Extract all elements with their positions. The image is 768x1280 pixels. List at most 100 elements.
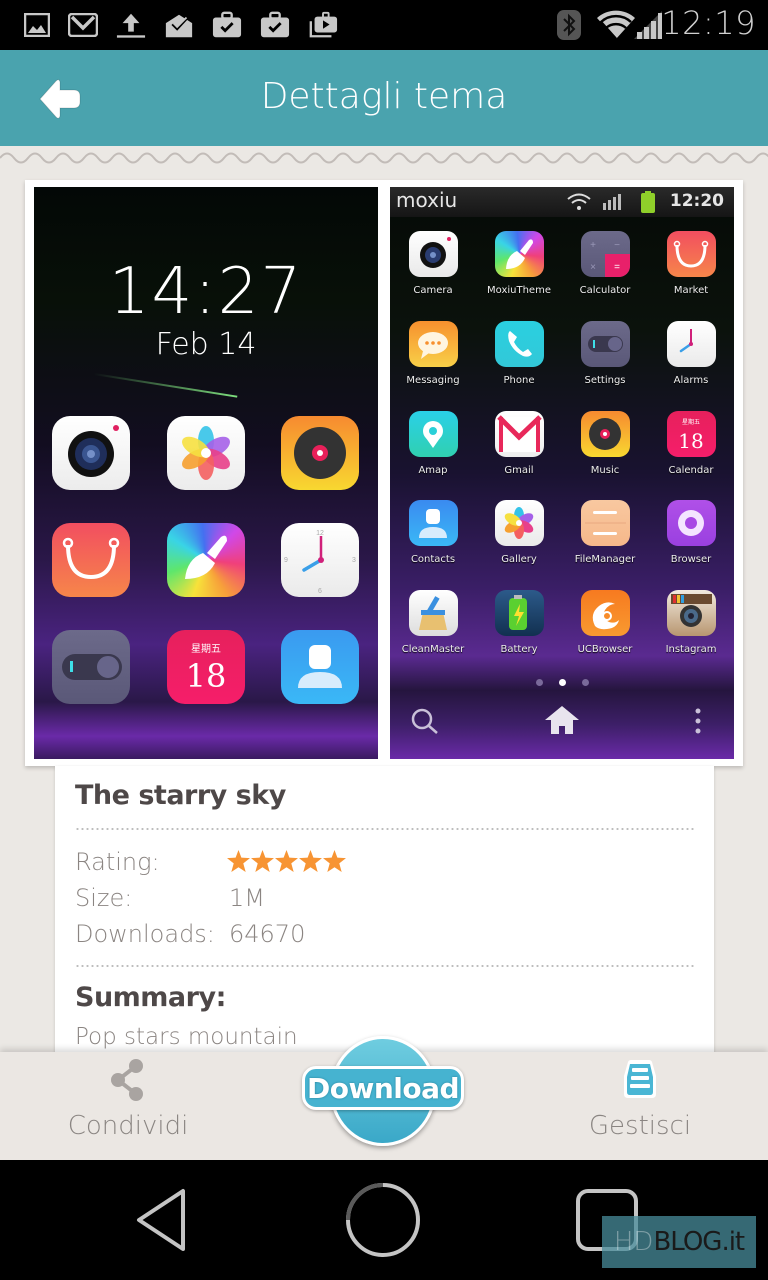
divider: [75, 828, 694, 830]
media-play-icon: [308, 10, 338, 40]
preview-app-label: Phone: [503, 375, 535, 386]
preview-app-label: Calculator: [579, 285, 631, 296]
watermark-blog: BLOG.it: [653, 1227, 745, 1257]
download-button[interactable]: Download: [302, 1036, 464, 1146]
gallery-icon: [22, 10, 52, 40]
preview-app-label: Alarms: [673, 375, 709, 386]
camera-icon: [408, 231, 458, 277]
wifi-icon: [596, 10, 636, 40]
preview-app-label: Market: [673, 285, 709, 296]
preview-app-gmail: Gmail: [476, 411, 562, 476]
svg-text:18: 18: [186, 657, 227, 695]
contacts-icon: [281, 630, 359, 704]
preview-app-label: MoxiuTheme: [487, 285, 551, 296]
share-button[interactable]: Condividi: [48, 1058, 208, 1141]
preview-app-label: Amap: [418, 465, 448, 476]
preview-app-label: Camera: [413, 285, 453, 296]
theme-name: The starry sky: [75, 780, 286, 811]
rating-label: Rating:: [75, 848, 160, 876]
music-icon: [281, 416, 359, 490]
status-bar: 12:19: [0, 0, 768, 50]
content-area: 14:27 Feb 14 12 3 6 9 星期五 18 moxiu 12:20…: [0, 146, 768, 1052]
watermark-hd: HD: [613, 1227, 654, 1257]
phone-icon: [494, 321, 544, 367]
preview-app-label: Instagram: [665, 644, 717, 655]
preview-app-browser: Browser: [648, 500, 734, 565]
email-check-icon: [164, 10, 194, 40]
preview-app-label: UCBrowser: [577, 644, 633, 655]
gmail-icon: [494, 411, 544, 457]
preview-app-clean-master: CleanMaster: [390, 590, 476, 655]
preview-menu-icon: [695, 708, 701, 734]
page-indicator: [390, 673, 734, 691]
preview-app-amap: Amap: [390, 411, 476, 476]
calendar-icon: 星期五 18: [167, 630, 245, 704]
preview-app-calendar: 星期五 18 Calendar: [648, 411, 734, 476]
preview-app-moxiu-theme: MoxiuTheme: [476, 231, 562, 296]
preview-app-phone: Phone: [476, 321, 562, 386]
gallery-icon: [167, 416, 245, 490]
preview-app-label: CleanMaster: [401, 644, 465, 655]
preview-status-bar: moxiu 12:20: [390, 187, 734, 217]
preview-app-label: Music: [590, 465, 620, 476]
rating-stars: [227, 850, 346, 872]
browser-icon: [666, 500, 716, 546]
app-bar: Dettagli tema: [0, 50, 768, 146]
gmail-icon: [68, 10, 98, 40]
preview-app-label: Messaging: [406, 375, 460, 386]
svg-text:+: +: [590, 240, 596, 251]
contacts-icon: [408, 500, 458, 546]
preview-app-contacts: Contacts: [390, 500, 476, 565]
preview-app-battery: Battery: [476, 590, 562, 655]
preview-lockscreen[interactable]: 14:27 Feb 14 12 3 6 9 星期五 18: [34, 187, 378, 759]
clock-icon: 12 3 6 9: [281, 523, 359, 597]
amap-icon: [408, 411, 458, 457]
preview-app-label: Browser: [670, 554, 712, 565]
nav-home-button[interactable]: [338, 1180, 428, 1260]
instagram-icon: [666, 590, 716, 636]
svg-text:12: 12: [316, 530, 324, 537]
preview-signal-icon: [603, 194, 621, 210]
share-icon: [111, 1059, 143, 1101]
page-dot: [581, 679, 589, 686]
preview-app-settings: Settings: [562, 321, 648, 386]
messaging-icon: [408, 321, 458, 367]
manage-button[interactable]: Gestisci: [560, 1058, 720, 1141]
svg-text:6: 6: [318, 588, 322, 595]
gallery-icon: [494, 500, 544, 546]
upload-icon: [116, 10, 146, 40]
svg-text:−: −: [614, 240, 620, 251]
preview-app-label: Calendar: [668, 465, 714, 476]
page-title: Dettagli tema: [260, 76, 508, 117]
nav-back-button[interactable]: [116, 1180, 206, 1260]
star-filled-icon: [323, 850, 346, 872]
market-icon: [666, 231, 716, 277]
music-icon: [580, 411, 630, 457]
downloads-value: 64670: [229, 920, 306, 948]
preview-app-market: Market: [648, 231, 734, 296]
preview-homescreen[interactable]: moxiu 12:20 Camera MoxiuTheme + − × = Calculat…: [390, 187, 734, 759]
preview-app-instagram: Instagram: [648, 590, 734, 655]
download-pill: Download: [302, 1066, 464, 1110]
preview-brand: moxiu: [396, 188, 458, 212]
wave-divider: [0, 146, 768, 164]
svg-text:9: 9: [284, 557, 288, 564]
alarms-icon: [666, 321, 716, 367]
preview-search-icon: [411, 708, 438, 734]
star-filled-icon: [251, 850, 274, 872]
preview-app-music: Music: [562, 411, 648, 476]
star-filled-icon: [227, 850, 250, 872]
share-label: Condividi: [67, 1111, 189, 1141]
preview-battery-icon: [641, 191, 655, 213]
preview-app-label: Gmail: [504, 465, 534, 476]
star-filled-icon: [275, 850, 298, 872]
preview-app-file-manager: FileManager: [562, 500, 648, 565]
moxiu-theme-icon: [167, 523, 245, 597]
svg-text:3: 3: [352, 557, 356, 564]
page-dot-active: [558, 679, 566, 686]
screenshot-gallery[interactable]: 14:27 Feb 14 12 3 6 9 星期五 18 moxiu 12:20…: [25, 180, 743, 766]
preview-app-label: FileManager: [574, 554, 636, 565]
market-icon: [52, 523, 130, 597]
size-value: 1M: [229, 884, 265, 912]
page-dot: [535, 679, 543, 686]
